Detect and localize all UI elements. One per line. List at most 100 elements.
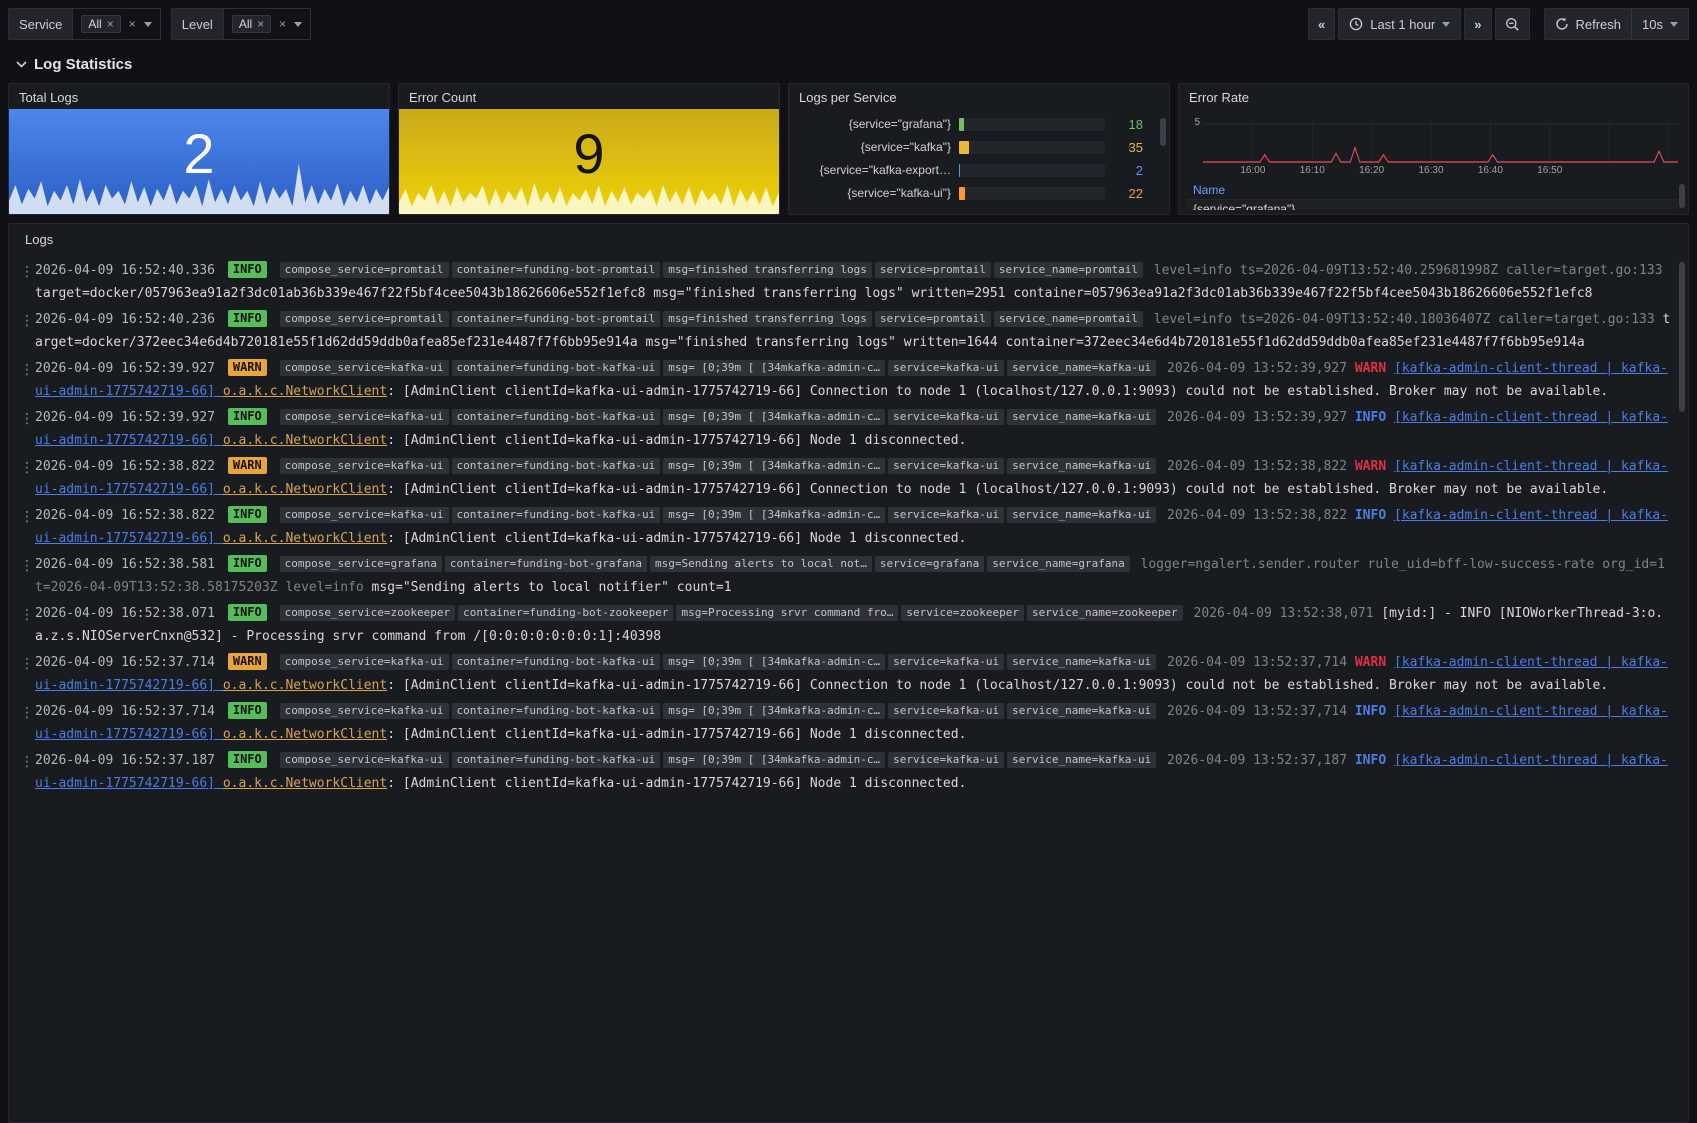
panel-header-total-logs[interactable]: Total Logs xyxy=(9,84,389,109)
scrollbar-thumb[interactable] xyxy=(1679,184,1685,208)
log-row: ⋮ 2026-04-09 16:52:38.581 INFO compose_s… xyxy=(19,553,1674,599)
bar-gauge-value: 22 xyxy=(1113,186,1143,201)
time-range-picker[interactable]: Last 1 hour xyxy=(1338,8,1461,40)
log-row-menu-icon[interactable]: ⋮ xyxy=(20,506,34,529)
log-message-segment: WARN xyxy=(1355,655,1394,670)
legend-header-name[interactable]: Name xyxy=(1187,180,1678,200)
log-message-segment: 2026-04-09 13:52:37,714 xyxy=(1167,655,1355,670)
log-label-chip: container=funding-bot-kafka-ui xyxy=(452,703,661,719)
log-timestamp: 2026-04-09 16:52:38.581 xyxy=(35,557,215,572)
log-row-menu-icon[interactable]: ⋮ xyxy=(20,751,34,774)
log-row-menu-icon[interactable]: ⋮ xyxy=(20,555,34,578)
log-level-badge: INFO xyxy=(228,408,267,425)
log-message-segment[interactable]: o.a.k.c.NetworkClient xyxy=(223,384,387,399)
refresh-label: Refresh xyxy=(1576,17,1622,32)
log-label-chip: container=funding-bot-zookeeper xyxy=(458,605,673,621)
log-label-chips: compose_service=kafka-uicontainer=fundin… xyxy=(280,459,1160,474)
log-row-menu-icon[interactable]: ⋮ xyxy=(20,604,34,627)
refresh-button[interactable]: Refresh xyxy=(1544,8,1633,40)
log-label-chip: service_name=promtail xyxy=(994,262,1143,278)
log-message-segment: level=info ts=2026-04-09T13:52:40.180364… xyxy=(1154,312,1663,327)
log-timestamp: 2026-04-09 16:52:38.071 xyxy=(35,606,215,621)
time-shift-back-button[interactable]: « xyxy=(1308,8,1335,40)
log-row-menu-icon[interactable]: ⋮ xyxy=(20,261,34,284)
bar-gauge-fill xyxy=(959,141,969,154)
log-label-chip: msg= [0;39m [ [34mkafka-admin-c… xyxy=(663,507,885,523)
filter-label[interactable]: Service xyxy=(8,8,72,40)
log-message-segment: : [AdminClient clientId=kafka-ui-admin-1… xyxy=(387,482,1608,497)
log-message-segment[interactable]: o.a.k.c.NetworkClient xyxy=(223,727,387,742)
panel-header-logs-per-service[interactable]: Logs per Service xyxy=(789,84,1169,109)
filter-chip-remove-icon[interactable]: × xyxy=(107,18,114,30)
log-label-chip: service_name=kafka-ui xyxy=(1007,360,1156,376)
bar-gauge-fill xyxy=(959,187,965,200)
bar-gauge-value: 35 xyxy=(1113,140,1143,155)
log-label-chip: service=kafka-ui xyxy=(888,360,1004,376)
panel-title-total-logs: Total Logs xyxy=(19,90,379,105)
log-row-menu-icon[interactable]: ⋮ xyxy=(20,702,34,725)
refresh-interval-picker[interactable]: 10s xyxy=(1631,8,1689,40)
log-label-chips: compose_service=kafka-uicontainer=fundin… xyxy=(280,704,1160,719)
log-message-segment: : [AdminClient clientId=kafka-ui-admin-1… xyxy=(387,531,966,546)
log-label-chips: compose_service=grafanacontainer=funding… xyxy=(280,557,1133,572)
log-message-segment[interactable]: o.a.k.c.NetworkClient xyxy=(223,678,387,693)
panel-header-error-count[interactable]: Error Count xyxy=(399,84,779,109)
log-label-chip: msg=Processing srvr command fro… xyxy=(676,605,898,621)
log-message-segment[interactable]: o.a.k.c.NetworkClient xyxy=(223,433,387,448)
time-shift-forward-button[interactable]: » xyxy=(1464,8,1491,40)
panel-header-error-rate[interactable]: Error Rate xyxy=(1179,84,1688,109)
filter-clear-icon[interactable]: × xyxy=(279,18,286,30)
scrollbar-thumb[interactable] xyxy=(1679,262,1685,412)
section-log-statistics[interactable]: Log Statistics xyxy=(0,46,1697,81)
log-message-segment: : [AdminClient clientId=kafka-ui-admin-1… xyxy=(387,433,966,448)
log-message-segment[interactable]: o.a.k.c.NetworkClient xyxy=(223,482,387,497)
filter-chip-remove-icon[interactable]: × xyxy=(257,18,264,30)
filter-selected-chip[interactable]: All × xyxy=(232,15,271,33)
filter-selected-chip[interactable]: All × xyxy=(81,15,120,33)
log-label-chips: compose_service=promtailcontainer=fundin… xyxy=(280,312,1146,327)
panel-title-logs: Logs xyxy=(25,232,1672,247)
log-level-badge: INFO xyxy=(228,261,267,278)
log-row-menu-icon[interactable]: ⋮ xyxy=(20,408,34,431)
log-label-chips: compose_service=kafka-uicontainer=fundin… xyxy=(280,410,1160,425)
bar-gauge-fill xyxy=(959,118,964,131)
filter-service: Service All × × xyxy=(8,8,161,40)
dashboard-toolbar: Service All × × Level All × × « xyxy=(0,0,1697,46)
scrollbar-thumb[interactable] xyxy=(1160,118,1166,146)
log-level-badge: INFO xyxy=(228,604,267,621)
log-label-chip: service=promtail xyxy=(875,262,991,278)
log-label-chip: container=funding-bot-promtail xyxy=(452,262,661,278)
panel-header-logs[interactable]: Logs xyxy=(9,224,1688,253)
log-level-badge: WARN xyxy=(228,359,267,376)
zoom-out-button[interactable] xyxy=(1495,8,1530,40)
log-label-chip: msg= [0;39m [ [34mkafka-admin-c… xyxy=(663,752,885,768)
filter-clear-icon[interactable]: × xyxy=(129,18,136,30)
log-row-menu-icon[interactable]: ⋮ xyxy=(20,359,34,382)
log-message-segment: : [AdminClient clientId=kafka-ui-admin-1… xyxy=(387,678,1608,693)
chevron-down-icon[interactable] xyxy=(144,22,152,27)
log-message-segment: 2026-04-09 13:52:39,927 xyxy=(1167,410,1355,425)
log-message-segment[interactable]: o.a.k.c.NetworkClient xyxy=(223,531,387,546)
log-message-segment: target=docker/057963ea91a2f3dc01ab36b339… xyxy=(35,286,1593,301)
log-row-menu-icon[interactable]: ⋮ xyxy=(20,310,34,333)
log-row-menu-icon[interactable]: ⋮ xyxy=(20,653,34,676)
bar-gauge-label: {service="kafka"} xyxy=(801,140,951,154)
log-message-segment: level=info ts=2026-04-09T13:52:40.259681… xyxy=(1154,263,1663,278)
filter-label[interactable]: Level xyxy=(171,8,223,40)
log-level-badge: INFO xyxy=(228,702,267,719)
bar-gauge-row: {service="kafka-export… 2 xyxy=(801,160,1143,180)
time-controls: « Last 1 hour » Refresh xyxy=(1308,8,1689,40)
panel-title-error-rate: Error Rate xyxy=(1189,90,1678,105)
log-label-chip: msg= [0;39m [ [34mkafka-admin-c… xyxy=(663,703,885,719)
filter-value-box[interactable]: All × × xyxy=(72,8,160,40)
log-label-chip: compose_service=promtail xyxy=(280,311,449,327)
chevron-down-icon[interactable] xyxy=(294,22,302,27)
log-row: ⋮ 2026-04-09 16:52:37.714 WARN compose_s… xyxy=(19,651,1674,697)
log-row-menu-icon[interactable]: ⋮ xyxy=(20,457,34,480)
log-message-segment[interactable]: o.a.k.c.NetworkClient xyxy=(223,776,387,791)
log-label-chip: msg=finished transferring logs xyxy=(663,262,872,278)
log-label-chip: msg=Sending alerts to local not… xyxy=(650,556,872,572)
log-label-chip: service_name=kafka-ui xyxy=(1007,458,1156,474)
filter-value-box[interactable]: All × × xyxy=(223,8,311,40)
legend-row[interactable]: {service="grafana"} xyxy=(1187,200,1678,210)
